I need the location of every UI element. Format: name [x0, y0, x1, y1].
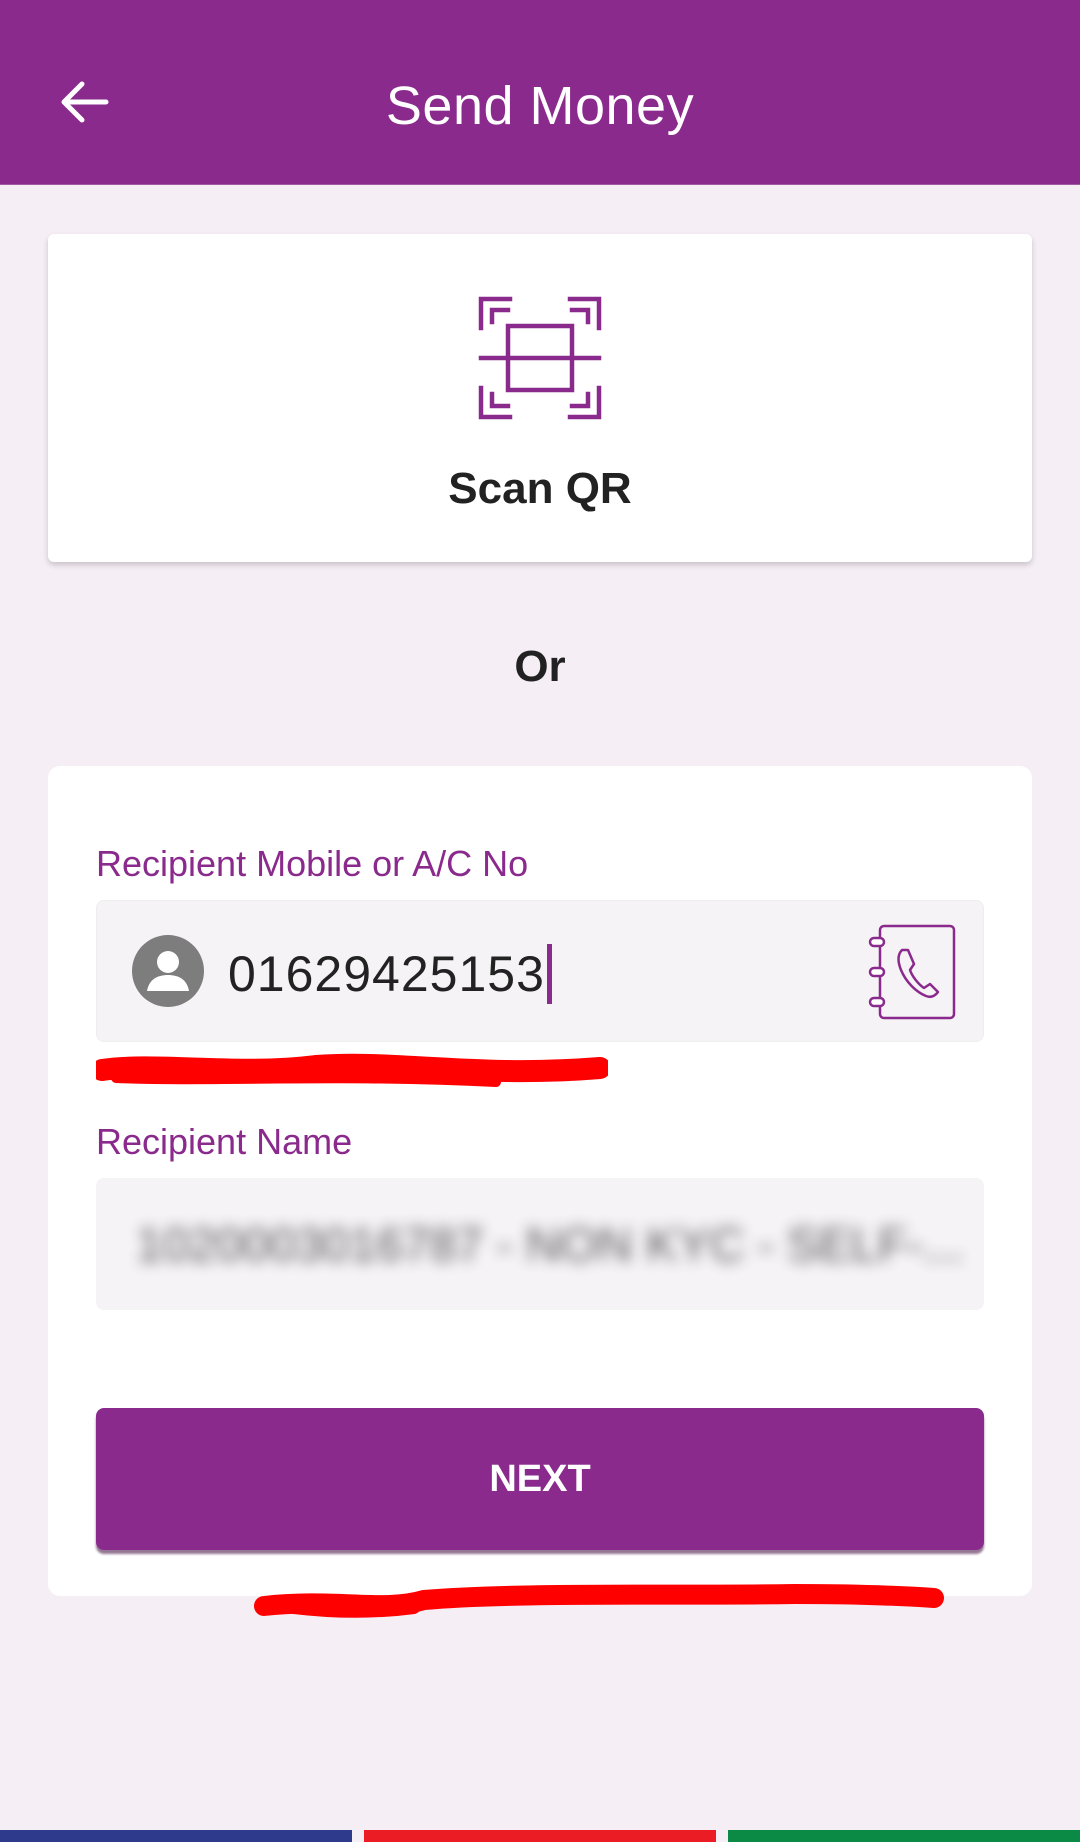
annotation-scribble [254, 1583, 944, 1618]
recipient-mobile-label: Recipient Mobile or A/C No [96, 843, 529, 884]
scan-qr-label: Scan QR [448, 464, 632, 513]
or-divider-text: Or [514, 642, 566, 691]
page-title: Send Money [385, 76, 695, 136]
qr-scan-icon [478, 296, 602, 420]
annotation-scribble [96, 1053, 608, 1087]
recipient-name-field: 1020003016787 - NON KYC - SELF-... [96, 1178, 984, 1310]
recipient-name-value: 1020003016787 - NON KYC - SELF-... [136, 1219, 964, 1272]
recipient-mobile-text: 01629425153 [228, 946, 545, 1002]
footer-strip-green [728, 1830, 1080, 1842]
footer-strip-blue [0, 1830, 352, 1842]
recipient-mobile-value[interactable]: 01629425153 [228, 944, 552, 1004]
app-bar: Send Money [0, 0, 1080, 185]
recipient-name-label: Recipient Name [96, 1121, 353, 1162]
person-icon [132, 935, 204, 1007]
next-button[interactable]: NEXT [96, 1408, 984, 1550]
contacts-book-icon[interactable] [866, 920, 960, 1024]
text-cursor [546, 944, 552, 1004]
footer-strip-red [364, 1830, 716, 1842]
